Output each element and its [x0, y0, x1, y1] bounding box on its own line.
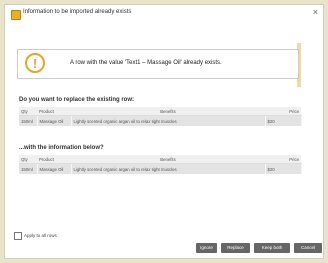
column-header-price: Price [265, 155, 301, 164]
cell-qty: 150ml [19, 115, 38, 126]
table-header-row: Qty Product Benefits Price [19, 155, 301, 164]
keep-both-button[interactable]: Keep both [254, 243, 290, 253]
exclamation-circle-icon: ! [25, 53, 45, 73]
column-header-benefits: Benefits [71, 107, 265, 116]
cell-product: Massage Oil [37, 163, 72, 174]
table-row: 150ml Massage Oil Lightly scented organi… [19, 163, 302, 174]
table-row: 150ml Massage Oil Lightly scented organi… [19, 115, 302, 126]
existing-row-heading: Do you want to replace the existing row: [19, 97, 135, 103]
cancel-button[interactable]: Cancel [294, 243, 322, 253]
cell-product: Massage Oil [37, 115, 72, 126]
app-icon [11, 10, 21, 20]
cell-qty: 150ml [19, 163, 38, 174]
cell-price: $20 [265, 115, 302, 126]
column-header-qty: Qty [19, 107, 37, 116]
column-header-product: Product [37, 107, 71, 116]
apply-to-all-label: Apply to all rows [24, 233, 57, 238]
cell-benefits: Lightly scented organic argan oil to rel… [71, 115, 266, 126]
column-header-qty: Qty [19, 155, 37, 164]
column-header-product: Product [37, 155, 71, 164]
incoming-row-heading: ...with the information below? [19, 145, 104, 151]
dialog-title: Information to be imported already exist… [23, 9, 132, 15]
existing-row-table: Qty Product Benefits Price 150ml Massage… [19, 107, 302, 126]
replace-button[interactable]: Replace [221, 243, 250, 253]
incoming-row-table: Qty Product Benefits Price 150ml Massage… [19, 155, 302, 174]
cell-price: $20 [265, 163, 302, 174]
column-header-benefits: Benefits [71, 155, 265, 164]
cell-benefits: Lightly scented organic argan oil to rel… [71, 163, 266, 174]
import-conflict-dialog: Information to be imported already exist… [4, 4, 324, 259]
dialog-titlebar: Information to be imported already exist… [5, 5, 323, 21]
table-header-row: Qty Product Benefits Price [19, 107, 301, 116]
close-icon[interactable]: × [313, 7, 318, 17]
message-text: A row with the value 'Text1 – Massage Oi… [70, 60, 222, 66]
column-header-price: Price [265, 107, 301, 116]
apply-to-all-checkbox[interactable] [14, 232, 22, 240]
ignore-button[interactable]: Ignore [196, 243, 217, 253]
message-box: ! A row with the value 'Text1 – Massage … [17, 49, 299, 79]
